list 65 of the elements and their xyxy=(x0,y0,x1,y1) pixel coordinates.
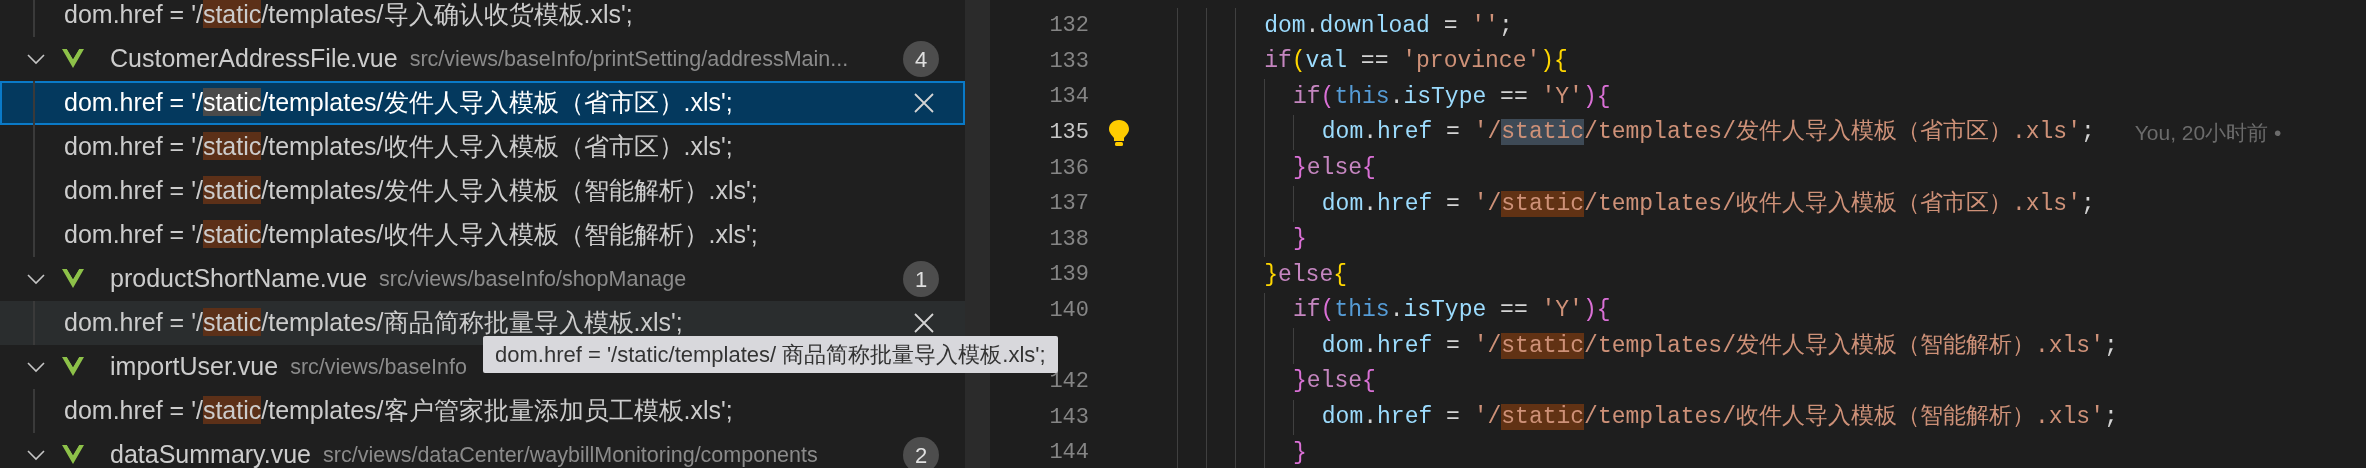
chevron-icon[interactable] xyxy=(26,273,46,285)
code-line: } xyxy=(1293,225,1307,255)
match-count-badge: 1 xyxy=(903,261,939,297)
vue-file-icon xyxy=(62,357,84,377)
file-result-row[interactable]: productShortName.vue src/views/baseInfo/shopManage 1 xyxy=(0,257,965,301)
close-icon[interactable] xyxy=(913,312,935,334)
file-path: src/views/baseInfo/shopManage xyxy=(379,265,687,293)
close-icon[interactable] xyxy=(913,92,935,114)
line-number: 134 xyxy=(1049,83,1089,112)
vue-file-icon xyxy=(62,269,84,289)
line-number: 140 xyxy=(1049,297,1089,326)
match-count-badge: 2 xyxy=(903,437,939,468)
chevron-icon[interactable] xyxy=(26,449,46,461)
code-line: dom.href = '/static/templates/发件人导入模板（智能解析）.xls'; xyxy=(1321,331,2118,361)
chevron-icon[interactable] xyxy=(26,53,46,65)
code-line: if(this.isType == 'Y'){ xyxy=(1293,82,1611,112)
match-count-badge: 4 xyxy=(903,41,939,77)
match-result-row[interactable]: dom.href = '/static/templates/收件人导入模板（省市区）.xls'; xyxy=(0,125,965,169)
match-result-row[interactable]: dom.href = '/static/templates/客户管家批量添加员工模板.xls'; xyxy=(0,389,965,433)
match-line-text: dom.href = '/static/templates/发件人导入模板（智能解析）.xls'; xyxy=(64,175,758,207)
match-line-text: dom.href = '/static/templates/导入确认收货模板.xls'; xyxy=(64,0,633,31)
file-name: importUser.vue xyxy=(110,351,279,383)
line-number: 143 xyxy=(1049,403,1089,432)
code-line: if(val == 'province'){ xyxy=(1264,47,1568,77)
match-line-text: dom.href = '/static/templates/客户管家批量添加员工模板.xls'; xyxy=(64,395,733,427)
line-number: 137 xyxy=(1049,190,1089,219)
match-line-text: dom.href = '/static/templates/收件人导入模板（省市区）.xls'; xyxy=(64,131,733,163)
line-number: 139 xyxy=(1049,261,1089,290)
line-number: 132 xyxy=(1049,12,1089,41)
match-result-row[interactable]: dom.href = '/static/templates/发件人导入模板（智能解析）.xls'; xyxy=(0,169,965,213)
match-result-row[interactable]: dom.href = '/static/templates/导入确认收货模板.xls'; xyxy=(0,0,965,37)
code-line: dom.href = '/static/templates/发件人导入模板（省市区）.xls'; xyxy=(1321,117,2095,148)
vue-file-icon xyxy=(62,49,84,69)
code-line: }else{ xyxy=(1293,367,1376,397)
code-line: } xyxy=(1293,438,1307,468)
code-line: }else{ xyxy=(1293,153,1376,183)
blame-annotation: You, 20小时前 • xyxy=(2134,119,2282,146)
match-line-text: dom.href = '/static/templates/商品简称批量导入模板.xls'; xyxy=(64,307,683,339)
code-line: }else{ xyxy=(1264,260,1348,290)
file-result-row[interactable]: dataSummary.vue src/views/dataCenter/waybillMonitoring/components 2 xyxy=(0,433,965,468)
file-path: src/views/dataCenter/waybillMonitoring/components xyxy=(323,441,818,468)
match-line-text: dom.href = '/static/templates/收件人导入模板（智能解析）.xls'; xyxy=(64,219,758,251)
lightbulb-icon[interactable] xyxy=(1108,118,1130,147)
file-name: CustomerAddressFile.vue xyxy=(110,43,398,75)
file-name: productShortName.vue xyxy=(110,263,368,295)
vue-file-icon xyxy=(62,445,84,465)
code-line: dom.href = '/static/templates/收件人导入模板（省市区）.xls'; xyxy=(1321,189,2095,219)
chevron-icon[interactable] xyxy=(26,361,46,373)
code-line: if(this.isType == 'Y'){ xyxy=(1293,296,1611,326)
code-line: dom.download = ''; xyxy=(1264,11,1513,41)
tooltip: dom.href = '/static/templates/ 商品简称批量导入模板.xls'; xyxy=(483,336,1058,373)
file-path: src/views/baseInfo/printSetting/addressMain... xyxy=(409,45,849,73)
match-line-text: dom.href = '/static/templates/发件人导入模板（省市区）.xls'; xyxy=(64,87,733,119)
code-line: dom.href = '/static/templates/收件人导入模板（智能解析）.xls'; xyxy=(1321,403,2118,433)
line-number: 133 xyxy=(1049,47,1089,76)
line-number: 144 xyxy=(1049,439,1089,468)
line-number: 138 xyxy=(1049,225,1089,254)
file-result-row[interactable]: CustomerAddressFile.vue src/views/baseInfo/printSetting/addressMain... 4 xyxy=(0,37,965,81)
file-path: src/views/baseInfo xyxy=(290,353,467,381)
line-number: 135 xyxy=(1049,119,1089,148)
match-result-row[interactable]: dom.href = '/static/templates/发件人导入模板（省市区）.xls'; xyxy=(0,81,965,125)
file-name: dataSummary.vue xyxy=(110,439,311,468)
match-result-row[interactable]: dom.href = '/static/templates/收件人导入模板（智能解析）.xls'; xyxy=(0,213,965,257)
match-result-row[interactable]: dom.href = '/static/templates/商品简称批量导入模板.xls'; xyxy=(0,301,965,345)
line-number: 136 xyxy=(1049,154,1089,183)
